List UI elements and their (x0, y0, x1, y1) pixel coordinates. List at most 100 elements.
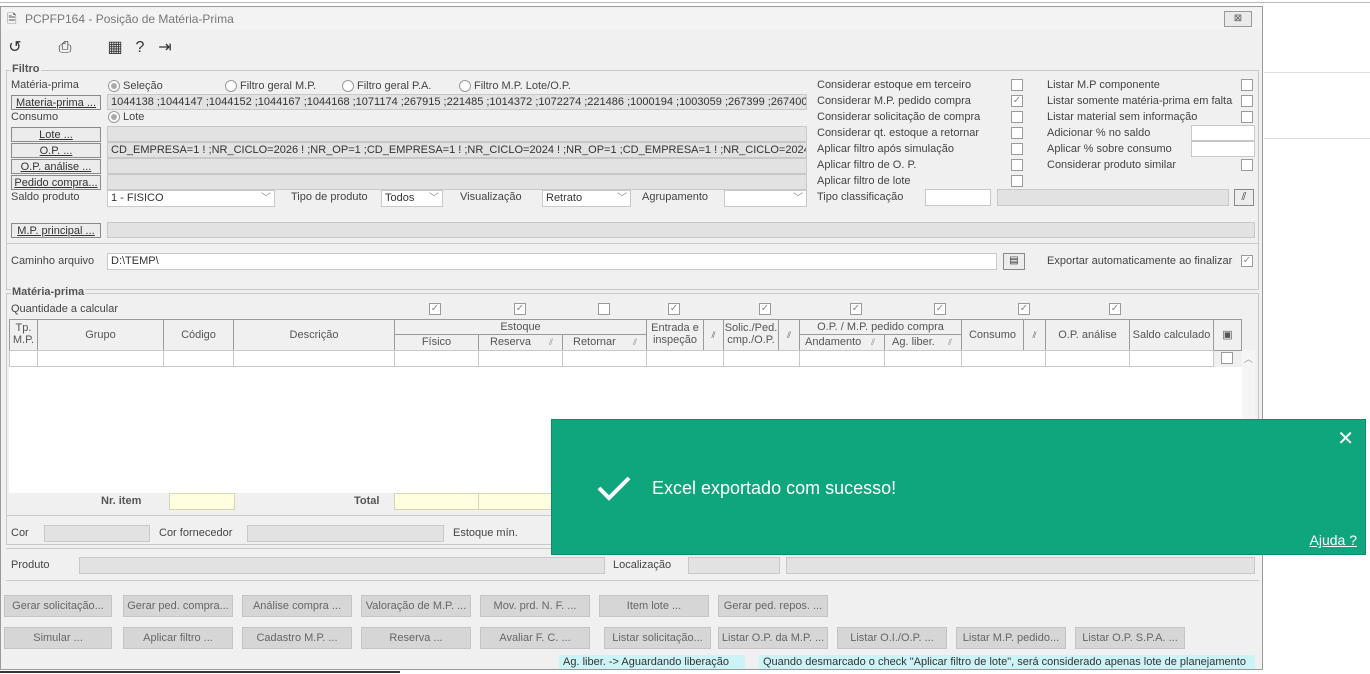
pedido-compra-button[interactable]: Pedido compra... (11, 175, 101, 190)
table-row-cell[interactable] (562, 350, 647, 367)
tipo-produto-select[interactable]: Todos ﹀ (381, 190, 443, 207)
lote-button[interactable]: Lote ... (11, 127, 101, 142)
table-row-cell[interactable] (799, 350, 885, 367)
radio-filtro-mp-lote-op[interactable] (459, 80, 471, 92)
cadastro-mp-button[interactable]: Cadastro M.P. ... (242, 627, 352, 649)
sort-retornar-icon[interactable]: ⫽ (628, 336, 642, 349)
analise-compra-button[interactable]: Análise compra ... (242, 595, 352, 617)
item-lote-button[interactable]: Item lote ... (599, 595, 709, 617)
table-row-cell[interactable] (163, 350, 234, 367)
table-row-cell[interactable] (961, 350, 1046, 367)
opt-mp-componente-checkbox[interactable] (1241, 79, 1253, 91)
caminho-arquivo-input[interactable]: D:\TEMP\ (107, 253, 997, 270)
help-icon[interactable]: ? (131, 39, 149, 57)
table-row-cell[interactable] (723, 350, 800, 367)
sort-solic[interactable]: ⫽ (778, 319, 800, 351)
sort-consumo[interactable]: ⫽ (1023, 319, 1046, 351)
avaliar-fc-button[interactable]: Avaliar F. C. ... (480, 627, 590, 649)
exportar-automaticamente-checkbox[interactable]: ✓ (1241, 255, 1253, 267)
sort-ag-liber-icon[interactable]: ⫽ (943, 336, 957, 349)
lote-field[interactable] (107, 126, 807, 142)
qtd-andamento-checkbox[interactable]: ✓ (850, 303, 862, 315)
row-select-checkbox[interactable] (1221, 352, 1233, 364)
aplicar-filtro-button[interactable]: Aplicar filtro ... (123, 627, 233, 649)
materia-prima-button[interactable]: Materia-prima ... (11, 95, 101, 110)
col-consumo[interactable]: Consumo (961, 319, 1024, 351)
col-grupo[interactable]: Grupo (37, 319, 164, 351)
visualizacao-select[interactable]: Retrato ﹀ (542, 190, 631, 207)
table-row-cell[interactable] (646, 350, 724, 367)
table-row-cell[interactable] (233, 350, 395, 367)
opt-filtro-op-checkbox[interactable] (1011, 159, 1023, 171)
table-row-cell[interactable] (1129, 350, 1214, 367)
qtd-op-analise-checkbox[interactable]: ✓ (1109, 303, 1121, 315)
radio-selecao[interactable] (108, 80, 120, 92)
folder-browse-button[interactable]: ▤ (1003, 253, 1025, 270)
gerar-ped-compra-button[interactable]: Gerar ped. compra... (123, 595, 233, 617)
listar-mp-pedido-button[interactable]: Listar M.P. pedido... (956, 627, 1066, 649)
gerar-solicitacao-button[interactable]: Gerar solicitação... (4, 595, 112, 617)
col-solic[interactable]: Solic./Ped. cmp./O.P. (723, 319, 779, 351)
opt-mp-pedido-compra-checkbox[interactable]: ✓ (1011, 95, 1023, 107)
op-button[interactable]: O.P. ... (11, 143, 101, 158)
pedido-compra-field[interactable] (107, 174, 807, 190)
valoracao-mp-button[interactable]: Valoração de M.P. ... (361, 595, 471, 617)
qtd-reserva-checkbox[interactable]: ✓ (514, 303, 526, 315)
aplicar-consumo-input[interactable] (1191, 141, 1255, 157)
qtd-fisico-checkbox[interactable]: ✓ (429, 303, 441, 315)
column-chooser-button[interactable]: ▣ (1213, 319, 1242, 351)
table-row-cell[interactable] (884, 350, 962, 367)
reserva-button[interactable]: Reserva ... (361, 627, 471, 649)
qtd-retornar-checkbox[interactable] (598, 303, 610, 315)
tipo-classificacao-input[interactable] (925, 189, 991, 206)
mp-principal-field[interactable] (107, 222, 1255, 238)
table-row-cell[interactable] (478, 350, 563, 367)
opt-filtro-lote-checkbox[interactable] (1011, 175, 1023, 187)
table-row-cell[interactable] (37, 350, 164, 367)
radio-lote[interactable] (108, 111, 120, 123)
sort-reserva-icon[interactable]: ⫽ (544, 336, 558, 349)
tipo-classificacao-search-button[interactable]: ⫽ (1234, 189, 1254, 206)
mov-prd-nf-button[interactable]: Mov. prd. N. F. ... (480, 595, 590, 617)
op-analise-field[interactable] (107, 158, 807, 174)
mp-principal-button[interactable]: M.P. principal ... (11, 223, 101, 238)
col-saldo-calculado[interactable]: Saldo calculado (1129, 319, 1214, 351)
refresh-icon[interactable]: ↺ (6, 39, 24, 57)
scroll-up-icon[interactable]: ︿ (1244, 352, 1253, 365)
opt-somente-falta-checkbox[interactable] (1241, 95, 1253, 107)
col-entrada[interactable]: Entrada e inspeção (646, 319, 704, 351)
materia-prima-field[interactable]: 1044138 ;1044147 ;1044152 ;1044167 ;1044… (107, 94, 807, 110)
table-row-cell[interactable] (394, 350, 479, 367)
qtd-consumo-checkbox[interactable]: ✓ (1018, 303, 1030, 315)
sort-entrada[interactable]: ⫽ (703, 319, 724, 351)
col-tp-mp[interactable]: Tp. M.P. (9, 319, 38, 351)
opt-estoque-terceiro-checkbox[interactable] (1011, 79, 1023, 91)
listar-solicitacao-button[interactable]: Listar solicitação... (604, 627, 711, 649)
close-icon[interactable]: ✕ (1337, 426, 1354, 451)
qtd-entrada-checkbox[interactable]: ✓ (668, 303, 680, 315)
simular-button[interactable]: Simular ... (4, 627, 112, 649)
col-op-analise[interactable]: O.P. análise (1045, 319, 1130, 351)
col-fisico[interactable]: Físico (394, 334, 479, 351)
col-descricao[interactable]: Descrição (233, 319, 395, 351)
radio-filtro-geral-mp[interactable] (225, 80, 237, 92)
opt-produto-similar-checkbox[interactable] (1241, 159, 1253, 171)
opt-qt-estoque-retornar-checkbox[interactable] (1011, 127, 1023, 139)
exit-icon[interactable]: ⇥ (156, 39, 174, 57)
op-field[interactable]: CD_EMPRESA=1 ! ;NR_CICLO=2026 ! ;NR_OP=1… (107, 142, 807, 158)
saldo-produto-select[interactable]: 1 - FISICO ﹀ (107, 190, 275, 207)
listar-oi-op-button[interactable]: Listar O.I./O.P. ... (837, 627, 947, 649)
table-row-cell[interactable] (1045, 350, 1130, 367)
radio-filtro-geral-pa[interactable] (342, 80, 354, 92)
op-analise-button[interactable]: O.P. análise ... (11, 159, 101, 174)
gerar-ped-repos-button[interactable]: Gerar ped. repos. ... (718, 595, 828, 617)
adicionar-saldo-input[interactable] (1191, 125, 1255, 141)
opt-solicitacao-compra-checkbox[interactable] (1011, 111, 1023, 123)
table-row-cell[interactable] (9, 350, 38, 367)
print-icon[interactable]: ⎙ (56, 39, 74, 57)
agrupamento-select[interactable]: ﹀ (724, 190, 807, 207)
listar-op-da-mp-button[interactable]: Listar O.P. da M.P. ... (718, 627, 828, 649)
qtd-ag-liber-checkbox[interactable]: ✓ (934, 303, 946, 315)
listar-op-spa-button[interactable]: Listar O.P. S.P.A. ... (1075, 627, 1185, 649)
calendar-icon[interactable]: ▦ (106, 39, 124, 57)
